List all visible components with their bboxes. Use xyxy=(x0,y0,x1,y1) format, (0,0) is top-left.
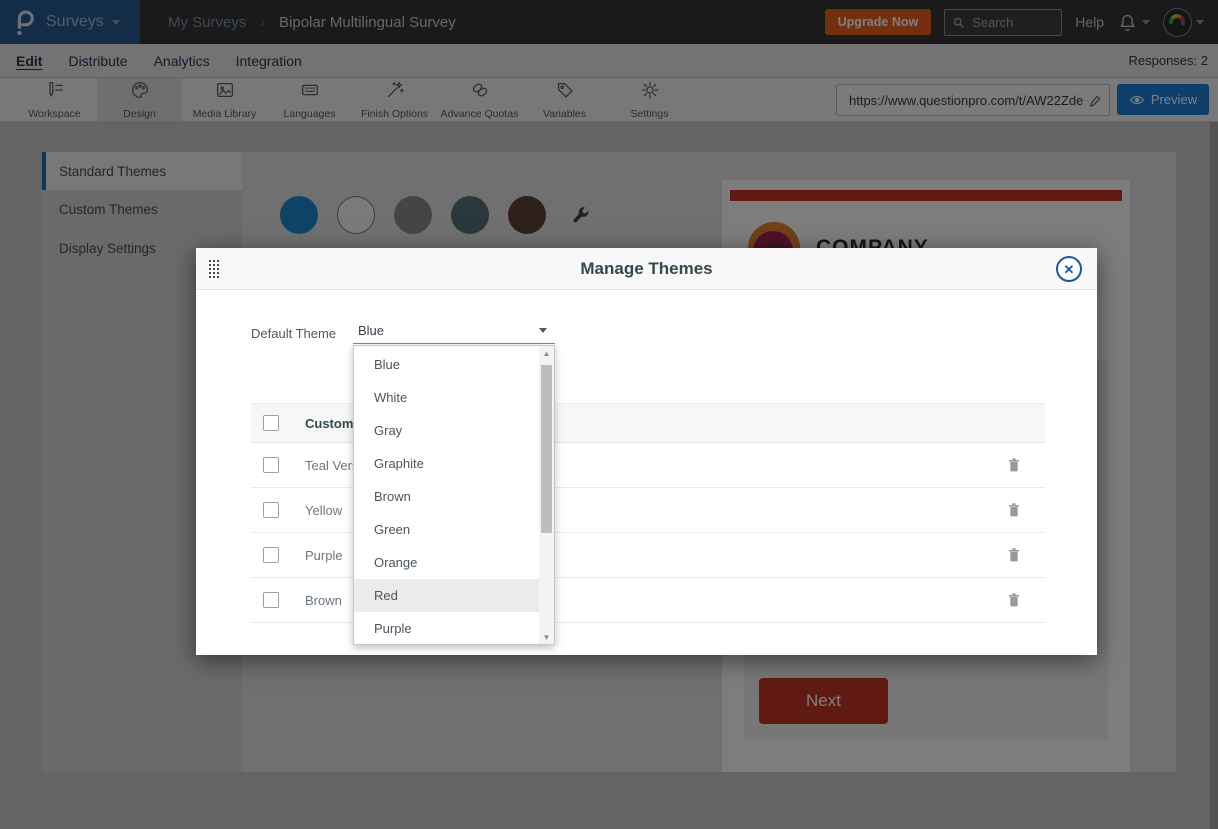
scroll-up-icon[interactable]: ▲ xyxy=(539,346,554,360)
dropdown-option-green[interactable]: Green xyxy=(354,513,540,546)
dropdown-option-blue[interactable]: Blue xyxy=(354,348,540,381)
row-checkbox[interactable] xyxy=(263,457,279,473)
scroll-down-icon[interactable]: ▼ xyxy=(539,630,554,644)
delete-theme-trash-icon[interactable] xyxy=(1006,546,1022,564)
default-theme-label: Default Theme xyxy=(251,326,336,341)
delete-theme-trash-icon[interactable] xyxy=(1006,591,1022,609)
drag-handle-icon[interactable] xyxy=(209,260,220,278)
delete-theme-trash-icon[interactable] xyxy=(1006,501,1022,519)
dropdown-option-gray[interactable]: Gray xyxy=(354,414,540,447)
modal-title: Manage Themes xyxy=(580,259,712,279)
theme-name: Purple xyxy=(305,548,343,563)
theme-name: Yellow xyxy=(305,503,342,518)
dropdown-option-graphite[interactable]: Graphite xyxy=(354,447,540,480)
row-checkbox[interactable] xyxy=(263,592,279,608)
dropdown-option-white[interactable]: White xyxy=(354,381,540,414)
manage-themes-modal: Manage Themes ✕ Default Theme Blue Custo… xyxy=(196,248,1097,655)
row-checkbox[interactable] xyxy=(263,547,279,563)
dropdown-option-purple[interactable]: Purple xyxy=(354,612,540,645)
app-window: Surveys My Surveys › Bipolar Multilingua… xyxy=(0,0,1218,829)
default-theme-select[interactable]: Blue xyxy=(353,318,555,344)
theme-dropdown: Blue White Gray Graphite Brown Green Ora… xyxy=(353,345,555,645)
chevron-down-icon xyxy=(539,328,547,333)
select-all-checkbox[interactable] xyxy=(263,415,279,431)
delete-theme-trash-icon[interactable] xyxy=(1006,456,1022,474)
dropdown-option-orange[interactable]: Orange xyxy=(354,546,540,579)
dropdown-option-brown[interactable]: Brown xyxy=(354,480,540,513)
row-checkbox[interactable] xyxy=(263,502,279,518)
theme-name: Brown xyxy=(305,593,342,608)
dropdown-scrollbar[interactable]: ▲ ▼ xyxy=(539,346,554,644)
scrollbar-thumb[interactable] xyxy=(541,365,552,533)
modal-header: Manage Themes ✕ xyxy=(196,248,1097,290)
close-icon[interactable]: ✕ xyxy=(1056,256,1082,282)
selected-theme-value: Blue xyxy=(358,323,384,338)
dropdown-option-red[interactable]: Red xyxy=(354,579,540,612)
